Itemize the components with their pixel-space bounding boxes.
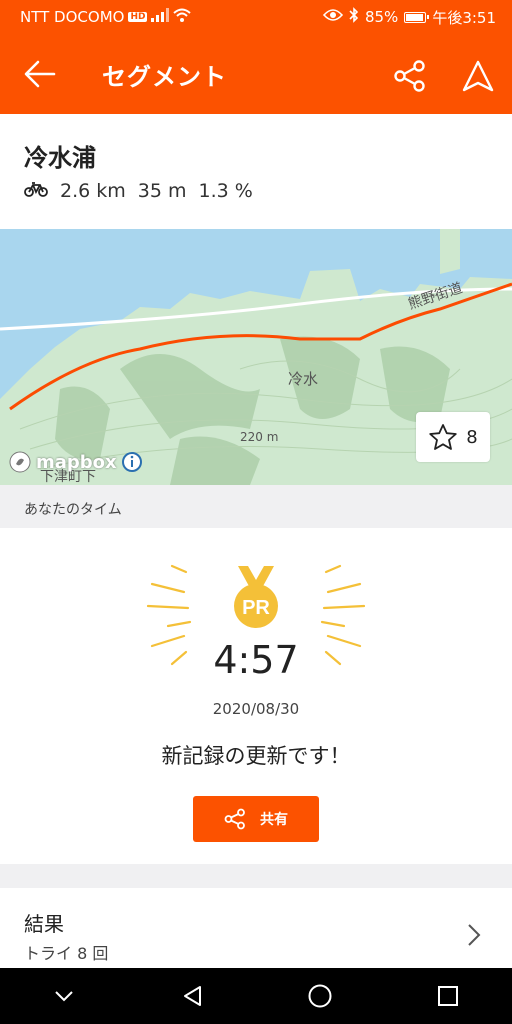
mapbox-label: mapbox: [36, 451, 117, 473]
eye-icon: [322, 8, 344, 26]
signal-icon: [151, 8, 170, 26]
navigate-button[interactable]: [456, 54, 500, 98]
status-bar: NTT DOCOMO HD 85% 午後3:51: [0, 0, 512, 34]
map-label-place: 冷水: [288, 370, 318, 388]
map-label-contour: 220 m: [240, 430, 278, 444]
segment-stats: 2.6 km 35 m 1.3 %: [24, 180, 253, 202]
hd-badge: HD: [128, 12, 148, 22]
results-attempts: トライ 8 回: [24, 944, 109, 963]
your-time-label: あなたのタイム: [0, 485, 512, 528]
segment-name: 冷水浦: [24, 144, 96, 172]
pr-badge-text: PR: [242, 597, 270, 619]
system-back-button[interactable]: [172, 976, 212, 1016]
pr-date: 2020/08/30: [212, 700, 300, 718]
battery-icon: [404, 11, 430, 23]
share-icon: [394, 60, 425, 92]
segment-distance: 2.6 km: [60, 180, 126, 202]
star-segment-button[interactable]: 8: [416, 412, 490, 462]
results-title: 結果: [24, 912, 64, 936]
clock: 午後3:51: [432, 8, 496, 27]
page-title: セグメント: [102, 62, 227, 91]
info-icon[interactable]: [121, 451, 143, 473]
mapbox-attribution: mapbox: [8, 450, 143, 474]
pr-medal-icon: PR: [226, 566, 286, 636]
share-pr-label: 共有: [260, 812, 288, 828]
battery-fill: [406, 13, 424, 21]
segment-header: 冷水浦 2.6 km 35 m 1.3 %: [0, 114, 512, 229]
carrier-name: NTT DOCOMO: [20, 8, 125, 26]
star-icon: [429, 424, 457, 450]
back-button[interactable]: [0, 34, 80, 114]
star-count: 8: [466, 426, 478, 448]
mapbox-logo-icon: [9, 451, 31, 473]
circle-home-icon: [308, 984, 332, 1008]
share-icon: [224, 808, 245, 830]
wifi-icon: [173, 8, 192, 26]
battery-percent: 85%: [364, 8, 399, 26]
triangle-back-icon: [184, 986, 201, 1006]
hide-nav-button[interactable]: [44, 976, 84, 1016]
bluetooth-icon: [349, 7, 359, 27]
segment-elevation: 35 m: [137, 180, 187, 202]
segment-grade: 1.3 %: [198, 180, 253, 202]
arrow-left-icon: [24, 60, 56, 88]
chevron-down-icon: [55, 991, 73, 1002]
system-recents-button[interactable]: [428, 976, 468, 1016]
results-row[interactable]: 結果 トライ 8 回: [0, 888, 512, 968]
chevron-right-icon: [468, 924, 481, 946]
bicycle-icon: [24, 180, 48, 202]
share-pr-button[interactable]: 共有: [193, 796, 319, 842]
square-recents-icon: [438, 986, 458, 1006]
system-home-button[interactable]: [300, 976, 340, 1016]
system-nav-bar: [0, 968, 512, 1024]
navigation-arrow-icon: [462, 60, 494, 92]
pr-time: 4:57: [213, 638, 299, 682]
pr-message: 新記録の更新です！: [161, 744, 351, 768]
share-button[interactable]: [388, 54, 432, 98]
pr-card: PR 4:57 2020/08/30 新記録の更新です！ 共有: [0, 528, 512, 864]
app-bar: セグメント: [0, 34, 512, 114]
